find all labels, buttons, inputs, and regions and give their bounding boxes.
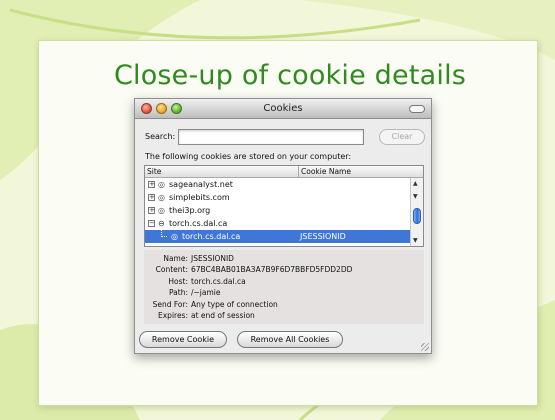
row-cookie-name: JSESSIONID <box>300 232 346 241</box>
expand-toggle-icon[interactable]: + <box>148 181 155 188</box>
detail-row-name: Name: JSESSIONID <box>144 254 424 265</box>
scroll-thumb[interactable] <box>413 208 421 224</box>
window-title: Cookies <box>263 103 303 114</box>
detail-label: Host: <box>168 277 188 286</box>
toolbar-toggle-button[interactable] <box>409 105 425 113</box>
cookies-table: Site Cookie Name + ◎ sageanalyst.net + ◎… <box>144 165 424 247</box>
row-site: simplebits.com <box>169 193 230 202</box>
search-row: Search: Clear <box>145 129 425 145</box>
detail-value: at end of session <box>191 311 255 320</box>
detail-value: 67BC4BAB01BA3A7B9F6D7BBFD5FDD2DD <box>191 265 353 274</box>
scroll-down-arrow-icon[interactable]: ▼ <box>413 193 418 200</box>
collapse-toggle-icon[interactable]: − <box>148 220 155 227</box>
folder-open-icon: ⊖ <box>158 219 165 228</box>
table-row[interactable]: + ◎ simplebits.com <box>145 191 411 204</box>
vertical-scrollbar[interactable]: ▲ ▼ ▼ <box>410 178 423 246</box>
detail-label: Name: <box>163 254 188 263</box>
cookies-window: Cookies Search: Clear The following cook… <box>134 98 432 354</box>
column-header-site[interactable]: Site <box>147 167 161 176</box>
table-row[interactable]: + ◎ sageanalyst.net <box>145 178 411 191</box>
table-header: Site Cookie Name <box>145 166 423 178</box>
detail-row-send-for: Send For: Any type of connection <box>144 300 424 311</box>
table-row[interactable]: + ◎ thei3p.org <box>145 204 411 217</box>
globe-icon: ◎ <box>158 193 165 202</box>
detail-value: JSESSIONID <box>191 254 234 263</box>
globe-icon: ◎ <box>171 232 178 241</box>
expand-toggle-icon[interactable]: + <box>148 194 155 201</box>
detail-label: Path: <box>168 288 188 297</box>
table-row[interactable]: − ⊖ torch.cs.dal.ca <box>145 217 411 230</box>
resize-grip-icon[interactable] <box>421 343 429 351</box>
remove-all-cookies-button[interactable]: Remove All Cookies <box>237 331 343 348</box>
detail-value: Any type of connection <box>191 300 278 309</box>
slide-title: Close-up of cookie details <box>113 60 467 91</box>
scroll-down-arrow-icon[interactable]: ▼ <box>413 237 418 244</box>
cookies-info-text: The following cookies are stored on your… <box>145 152 352 161</box>
row-site: sageanalyst.net <box>169 180 233 189</box>
row-site: torch.cs.dal.ca <box>169 219 228 228</box>
clear-button[interactable]: Clear <box>379 129 425 145</box>
tree-connector <box>161 230 167 237</box>
detail-row-path: Path: /~jamie <box>144 288 424 299</box>
detail-value: torch.cs.dal.ca <box>191 277 246 286</box>
detail-row-content: Content: 67BC4BAB01BA3A7B9F6D7BBFD5FDD2D… <box>144 265 424 276</box>
column-header-cookie-name[interactable]: Cookie Name <box>298 166 351 177</box>
scroll-up-arrow-icon[interactable]: ▲ <box>413 180 418 187</box>
detail-label: Expires: <box>158 311 188 320</box>
globe-icon: ◎ <box>158 180 165 189</box>
globe-icon: ◎ <box>158 206 165 215</box>
table-row-selected[interactable]: ◎ torch.cs.dal.ca JSESSIONID <box>145 230 411 243</box>
row-site: torch.cs.dal.ca <box>182 232 241 241</box>
detail-label: Send For: <box>152 300 188 309</box>
search-input[interactable] <box>178 129 364 145</box>
expand-toggle-icon[interactable]: + <box>148 207 155 214</box>
row-site: thei3p.org <box>169 206 211 215</box>
search-label: Search: <box>145 132 176 141</box>
table-body: + ◎ sageanalyst.net + ◎ simplebits.com +… <box>145 178 411 246</box>
detail-row-host: Host: torch.cs.dal.ca <box>144 277 424 288</box>
window-titlebar[interactable]: Cookies <box>135 99 431 119</box>
detail-label: Content: <box>155 265 188 274</box>
cookie-details-panel: Name: JSESSIONID Content: 67BC4BAB01BA3A… <box>144 250 424 324</box>
detail-row-expires: Expires: at end of session <box>144 311 424 322</box>
remove-cookie-button[interactable]: Remove Cookie <box>139 331 227 348</box>
detail-value: /~jamie <box>191 288 221 297</box>
